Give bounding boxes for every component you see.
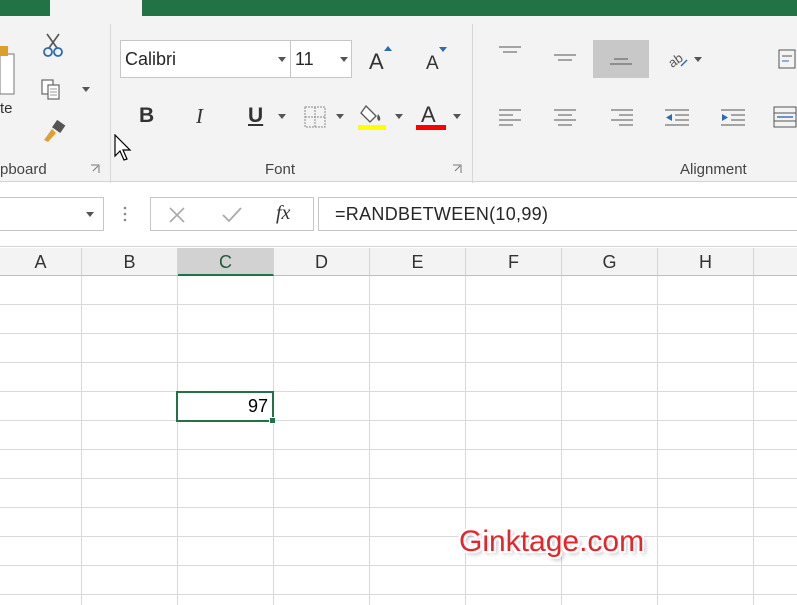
ribbon-tab-bar — [0, 0, 797, 16]
grid-hline — [0, 420, 797, 421]
grid-vline — [177, 276, 178, 605]
column-header-c[interactable]: C — [178, 248, 274, 276]
ribbon-group-separator — [110, 24, 111, 192]
mouse-cursor-icon — [114, 134, 132, 161]
fill-color-icon[interactable] — [358, 102, 388, 132]
increase-indent-icon[interactable] — [721, 108, 745, 128]
increase-font-size-button[interactable]: A — [369, 49, 384, 75]
grid-hline — [0, 565, 797, 566]
underline-dropdown-arrow[interactable] — [278, 114, 286, 119]
copy-dropdown-arrow[interactable] — [82, 87, 90, 92]
name-box-dropdown-arrow[interactable] — [86, 212, 94, 217]
column-header-d[interactable]: D — [274, 248, 370, 276]
font-group-label: Font — [265, 161, 296, 178]
confirm-entry-icon[interactable] — [221, 206, 243, 224]
merge-center-icon[interactable] — [773, 106, 797, 128]
name-box[interactable] — [0, 197, 104, 231]
grow-caret-icon — [384, 46, 392, 51]
paste-button-label[interactable]: te — [0, 100, 13, 117]
svg-text:ab: ab — [667, 50, 686, 70]
orientation-dropdown-arrow[interactable] — [694, 57, 702, 62]
shrink-caret-icon — [439, 47, 447, 52]
column-header-e[interactable]: E — [370, 248, 466, 276]
bottom-align-button[interactable] — [593, 40, 649, 78]
grid-vline — [753, 276, 754, 605]
decrease-font-size-button[interactable]: A — [426, 53, 439, 75]
grid-hline — [0, 478, 797, 479]
grid-hline — [0, 594, 797, 595]
formula-input[interactable]: =RANDBETWEEN(10,99) — [318, 197, 797, 231]
grid-hline — [0, 304, 797, 305]
format-painter-icon[interactable] — [42, 120, 68, 144]
column-header-f[interactable]: F — [466, 248, 562, 276]
middle-align-icon[interactable] — [554, 54, 576, 66]
grid-hline — [0, 333, 797, 334]
column-header-h[interactable]: H — [658, 248, 754, 276]
grid-hline — [0, 449, 797, 450]
insert-function-button[interactable]: fx — [276, 202, 290, 225]
grid-vline — [657, 276, 658, 605]
tab-home[interactable] — [50, 0, 142, 16]
column-header-a[interactable]: A — [0, 248, 82, 276]
underline-button[interactable]: U — [248, 104, 263, 128]
clipboard-group-label: pboard — [0, 161, 47, 178]
orientation-icon[interactable]: ab — [667, 50, 689, 70]
top-align-icon[interactable] — [499, 46, 521, 60]
grid-vline — [81, 276, 82, 605]
bold-button[interactable]: B — [139, 104, 154, 128]
ribbon-group-separator — [472, 24, 473, 192]
formula-bar-grip-icon[interactable] — [122, 205, 128, 225]
grid-hline — [0, 507, 797, 508]
font-size-dropdown-arrow[interactable] — [340, 57, 348, 62]
selected-cell-c[interactable]: 97 — [176, 391, 274, 422]
fill-color-swatch — [358, 125, 386, 130]
font-launcher-icon[interactable] — [452, 164, 462, 174]
column-header-i[interactable] — [754, 248, 797, 276]
font-color-dropdown-arrow[interactable] — [453, 114, 461, 119]
align-right-icon[interactable] — [611, 108, 633, 128]
grid-hline — [0, 536, 797, 537]
decrease-indent-icon[interactable] — [665, 108, 689, 128]
grid-vline — [369, 276, 370, 605]
paste-icon[interactable] — [0, 46, 18, 98]
bottom-align-icon — [610, 58, 632, 65]
borders-icon[interactable] — [304, 106, 326, 128]
align-center-icon[interactable] — [554, 108, 576, 128]
watermark: Ginktage.com — [459, 525, 645, 558]
font-color-swatch — [416, 125, 446, 130]
grid-vline — [273, 276, 274, 605]
cut-icon[interactable] — [42, 32, 64, 58]
wrap-text-icon[interactable] — [777, 48, 797, 70]
column-header-b[interactable]: B — [82, 248, 178, 276]
clipboard-launcher-icon[interactable] — [90, 164, 100, 174]
alignment-group-label: Alignment — [680, 161, 747, 178]
copy-icon[interactable] — [40, 78, 64, 102]
grid-hline — [0, 362, 797, 363]
font-size-value: 11 — [295, 49, 314, 69]
align-left-icon[interactable] — [499, 108, 521, 128]
fill-handle[interactable] — [269, 417, 276, 424]
formula-buttons: fx — [150, 197, 314, 231]
column-header-g[interactable]: G — [562, 248, 658, 276]
italic-button[interactable]: I — [196, 104, 203, 129]
font-name-dropdown-arrow[interactable] — [278, 57, 286, 62]
font-name-select[interactable]: Calibri — [120, 40, 291, 78]
font-name-value: Calibri — [125, 49, 177, 69]
cancel-entry-icon[interactable] — [168, 206, 186, 224]
borders-dropdown-arrow[interactable] — [336, 114, 344, 119]
grid-hline — [0, 391, 797, 392]
fill-color-dropdown-arrow[interactable] — [395, 114, 403, 119]
formula-bar: fx =RANDBETWEEN(10,99) — [0, 183, 797, 247]
